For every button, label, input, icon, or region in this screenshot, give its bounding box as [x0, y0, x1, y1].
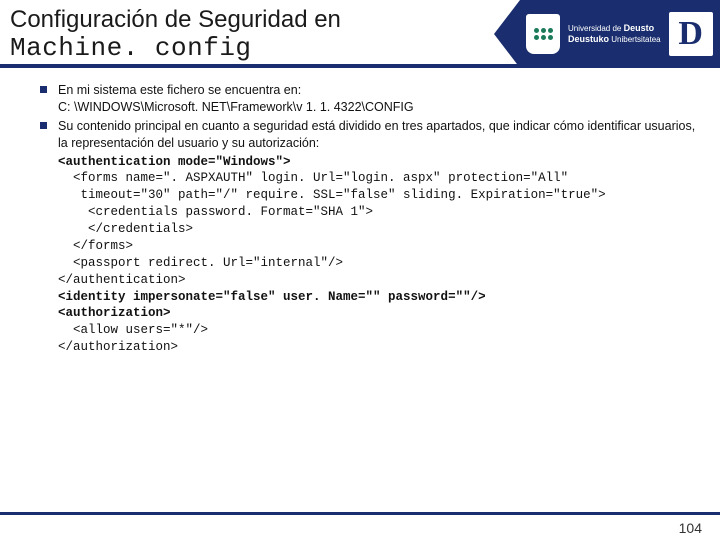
code-l5: </credentials> — [58, 222, 193, 236]
code-l8: </authentication> — [58, 273, 186, 287]
bullet-1-line-b: C: \WINDOWS\Microsoft. NET\Framework\v 1… — [58, 100, 414, 114]
code-l1: <authentication mode="Windows"> — [58, 155, 291, 169]
code-l2: <forms name=". ASPXAUTH" login. Url="log… — [58, 171, 568, 185]
bullet-1-line-a: En mi sistema este fichero se encuentra … — [58, 83, 301, 97]
bullet-2: Su contenido principal en cuanto a segur… — [40, 118, 700, 152]
page-number: 104 — [679, 520, 702, 536]
slide-title: Configuración de Seguridad en Machine. c… — [0, 0, 720, 63]
code-block: <authentication mode="Windows"> <forms n… — [40, 154, 700, 357]
code-l7: <passport redirect. Url="internal"/> — [58, 256, 343, 270]
bullet-2-text: Su contenido principal en cuanto a segur… — [58, 119, 695, 150]
slide-content: En mi sistema este fichero se encuentra … — [0, 68, 720, 356]
code-l9: <identity impersonate="false" user. Name… — [58, 290, 486, 304]
code-l11: <allow users="*"/> — [58, 323, 208, 337]
code-l3: timeout="30" path="/" require. SSL="fals… — [58, 188, 606, 202]
bullet-1: En mi sistema este fichero se encuentra … — [40, 82, 700, 116]
code-l4: <credentials password. Format="SHA 1"> — [58, 205, 373, 219]
slide-header: Configuración de Seguridad en Machine. c… — [0, 0, 720, 68]
slide-footer: 104 — [0, 512, 720, 540]
code-l6: </forms> — [58, 239, 133, 253]
code-l10: <authorization> — [58, 306, 171, 320]
title-line-1: Configuración de Seguridad en — [10, 6, 710, 34]
title-line-2: Machine. config — [10, 34, 710, 64]
code-l12: </authorization> — [58, 340, 178, 354]
